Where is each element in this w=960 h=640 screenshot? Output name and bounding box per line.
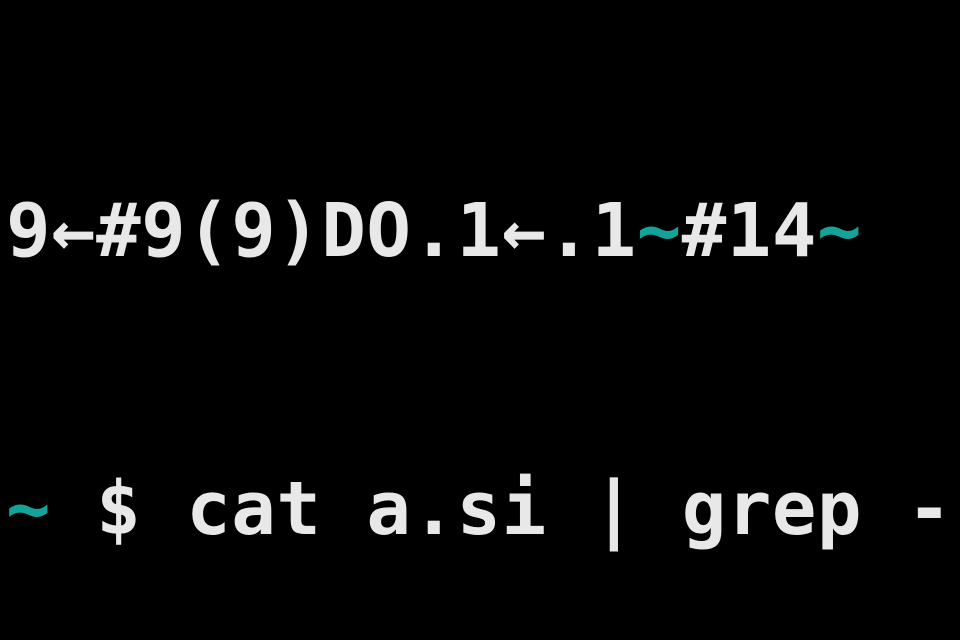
prompt-line-1: ~ $ cat a.si | grep - xyxy=(6,463,960,556)
command-text: cat a.si | grep - xyxy=(186,466,952,552)
prompt-dir: ~ xyxy=(6,466,51,552)
output-seg-cyan: ~ xyxy=(637,188,682,274)
prompt-symbol: $ xyxy=(51,466,186,552)
output-line-0: 9←#9(9)DO.1←.1~#14~ xyxy=(6,185,960,278)
output-seg: #14 xyxy=(682,188,817,274)
output-seg: 9←#9(9)DO.1←.1 xyxy=(6,188,637,274)
output-seg-cyan: ~ xyxy=(817,188,862,274)
terminal[interactable]: 9←#9(9)DO.1←.1~#14~ ~ $ cat a.si | grep … xyxy=(0,0,960,640)
